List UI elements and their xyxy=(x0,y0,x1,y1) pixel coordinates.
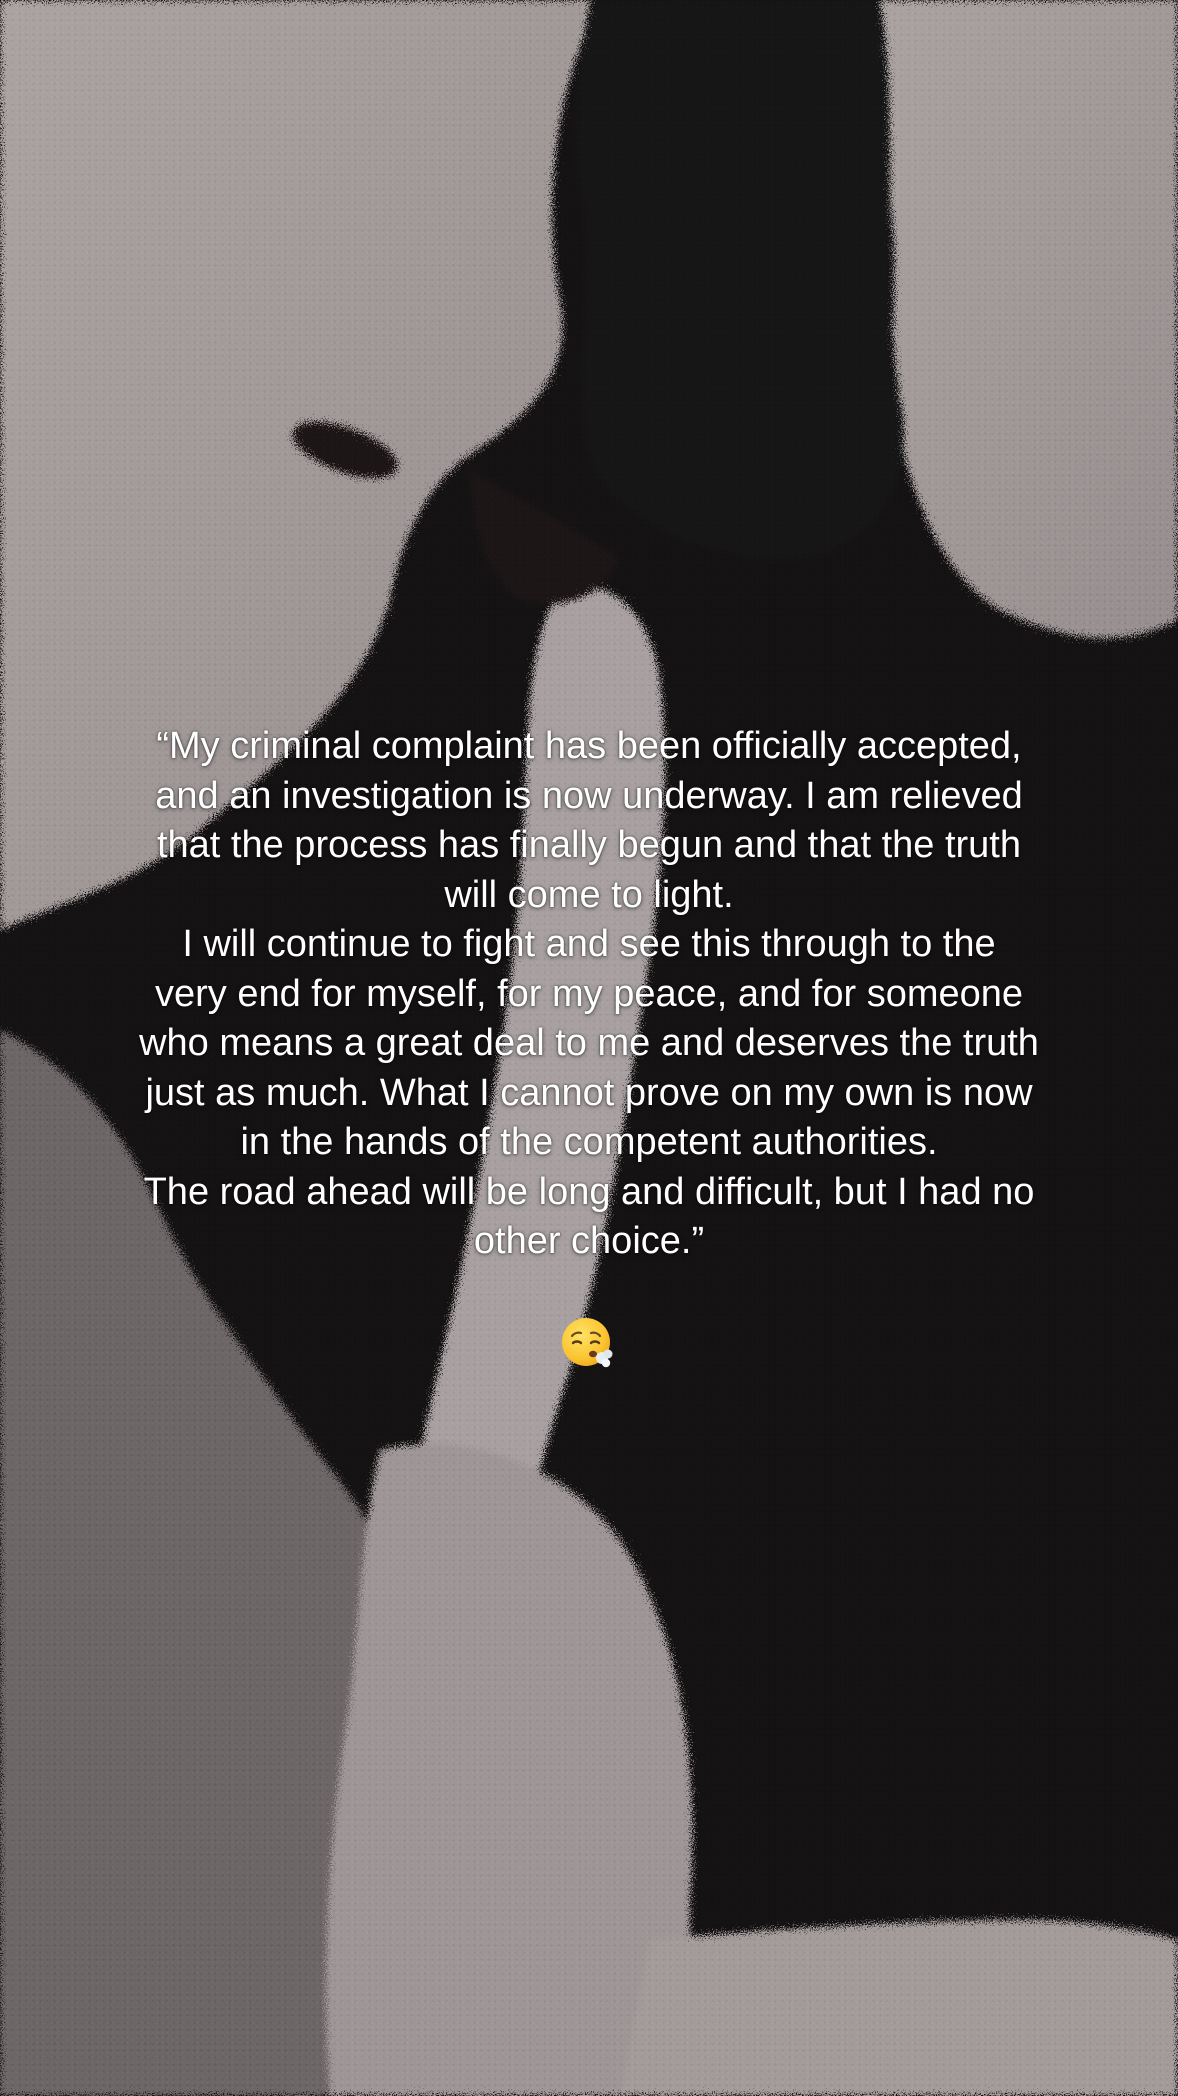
caption-line: very end for myself, for my peace, and f… xyxy=(154,972,1024,1015)
caption-line: will come to light. xyxy=(444,873,734,916)
caption-line: that the process has finally begun and t… xyxy=(156,824,1022,866)
caption-line: The road ahead will be long and difficul… xyxy=(143,1170,1035,1213)
caption-line: just as much. What I cannot prove on my … xyxy=(145,1071,1033,1114)
caption-line: and an investigation is now underway. I … xyxy=(155,774,1023,817)
caption-line: who means a great deal to me and deserve… xyxy=(139,1022,1039,1064)
caption-line: in the hands of the competent authoritie… xyxy=(240,1121,938,1163)
story-caption: “My criminal complaint has been official… xyxy=(70,722,1108,1267)
caption-line: other choice.” xyxy=(473,1220,705,1262)
caption-line: “My criminal complaint has been official… xyxy=(156,725,1022,767)
story-screen: “My criminal complaint has been official… xyxy=(0,0,1178,2096)
face-exhaling-icon xyxy=(560,1316,616,1372)
caption-line: I will continue to fight and see this th… xyxy=(182,923,996,965)
